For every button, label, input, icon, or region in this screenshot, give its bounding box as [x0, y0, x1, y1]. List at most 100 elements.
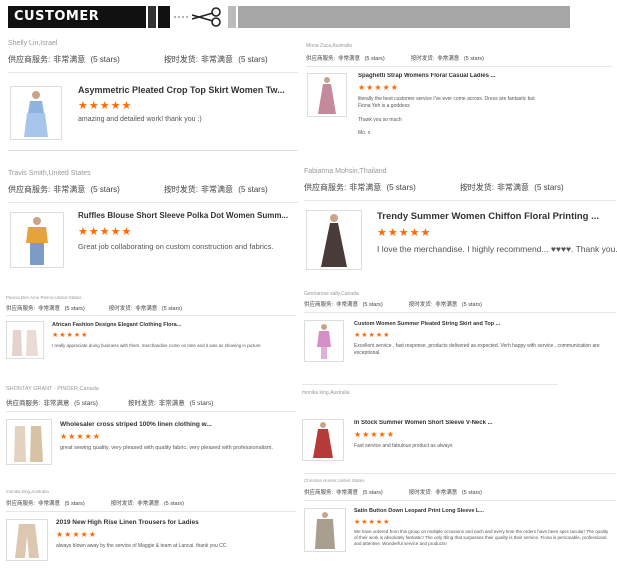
product-thumbnail[interactable]: [6, 419, 52, 465]
service-stars-text: (5 stars): [364, 56, 385, 62]
star-rating: ★★★★★: [377, 227, 432, 239]
service-label: 供应商服务:: [306, 56, 336, 62]
shipping-rating: 非常满意: [137, 501, 160, 507]
service-stars-text: (5 stars): [74, 400, 98, 407]
shipping-label: 按时发货:: [459, 183, 495, 192]
review-card: Fabianna Mohsin,Thailand 供应商服务: 非常满意 (5 s…: [304, 168, 617, 278]
shipping-stars-text: (5 stars): [463, 56, 484, 62]
service-label: 供应商服务:: [304, 183, 347, 192]
shipping-label: 按时发货:: [410, 56, 435, 62]
service-stars-text: (5 stars): [362, 302, 383, 308]
product-thumbnail[interactable]: [6, 519, 48, 561]
service-rating: 非常满意: [336, 302, 359, 308]
separator: [304, 473, 616, 474]
service-label: 供应商服务:: [8, 185, 51, 194]
banner-block: [238, 6, 570, 28]
product-thumbnail[interactable]: [304, 320, 344, 362]
shipping-stars-text: (5 stars): [161, 306, 182, 312]
service-stars-text: (5 stars): [90, 185, 120, 194]
service-rating: 非常满意: [349, 183, 382, 192]
separator: [6, 511, 296, 512]
service-label: 供应商服务:: [304, 490, 334, 496]
shipping-stars-text: (5 stars): [534, 183, 564, 192]
reviewer-name: monika king,Australia: [302, 390, 350, 396]
product-thumbnail[interactable]: [302, 419, 344, 461]
review-card: Christina Hunter,United States 供应商服务: 非常满…: [304, 473, 616, 568]
service-stars-text: (5 stars): [64, 306, 85, 312]
shipping-rating: 非常满意: [497, 183, 530, 192]
shipping-rating: 非常满意: [435, 490, 458, 496]
rating-row: 供应商服务: 非常满意 (5 stars) 按时发货: 非常满意 (5 stars): [306, 54, 487, 62]
shipping-label: 按时发货:: [108, 306, 133, 312]
product-title[interactable]: Trendy Summer Women Chiffon Floral Print…: [377, 211, 612, 222]
rating-row: 供应商服务: 非常满意 (5 stars) 按时发货: 非常满意 (5 stars): [8, 54, 271, 65]
reviewer-name: Pancia Ben Amo Pierce,United States: [6, 295, 82, 300]
product-thumbnail[interactable]: [306, 210, 362, 270]
shipping-label: 按时发货:: [163, 185, 199, 194]
rating-row: 供应商服务: 非常满意 (5 stars) 按时发货: 非常满意 (5 stars): [6, 499, 187, 507]
product-thumbnail[interactable]: [304, 508, 346, 552]
shipping-rating: 非常满意: [201, 55, 234, 64]
customer-feedback-banner: CUSTOMER FEEDBACK: [8, 6, 570, 46]
product-title[interactable]: African Fashion Designs Elegant Clothing…: [52, 322, 292, 328]
product-thumbnail[interactable]: [10, 86, 62, 140]
product-title[interactable]: In Stock Summer Women Short Sleeve V-Nec…: [354, 420, 554, 426]
rating-row: 供应商服务: 非常满意 (5 stars) 按时发货: 非常满意 (5 stars): [6, 304, 185, 312]
star-rating: ★★★★★: [354, 519, 391, 526]
review-comment: great sewing quality. very pleased with …: [60, 445, 273, 451]
star-rating: ★★★★★: [78, 100, 133, 112]
product-title[interactable]: Asymmetric Pleated Crop Top Skirt Women …: [78, 85, 298, 95]
separator: [304, 500, 616, 501]
star-rating: ★★★★★: [56, 530, 97, 539]
review-comment: I really appreciate doing business with …: [52, 343, 261, 348]
product-title[interactable]: Spaghetti Strap Womens Floral Casual Lad…: [358, 73, 608, 79]
review-comment: Excellent service , fast response ,produ…: [354, 343, 600, 356]
banner-block: [158, 6, 170, 28]
shipping-stars-text: (5 stars): [461, 490, 482, 496]
service-rating: 非常满意: [338, 56, 361, 62]
service-label: 供应商服务:: [6, 306, 36, 312]
separator: [6, 315, 296, 316]
separator: [304, 200, 616, 201]
product-thumbnail[interactable]: [6, 321, 44, 359]
separator: [8, 202, 298, 203]
product-title[interactable]: 2019 New High Rise Linen Trousers for La…: [56, 519, 286, 526]
review-comment: Fast service and fabulous product as alw…: [354, 443, 453, 449]
review-card: Gennarose sally,Canada 供应商服务: 非常满意 (5 sta…: [304, 291, 616, 371]
star-rating: ★★★★★: [354, 332, 391, 339]
review-comment: Great job collaborating on custom constr…: [78, 242, 274, 251]
service-rating: 非常满意: [53, 185, 86, 194]
banner-block: [228, 6, 236, 28]
review-comment-signoff: Mo. x: [358, 130, 371, 136]
review-comment-line: Thank you so much: [358, 117, 402, 123]
service-stars-text: (5 stars): [90, 55, 120, 64]
review-comment: literally the best customer service I've…: [358, 96, 535, 109]
review-card: Pancia Ben Amo Pierce,United States 供应商服…: [6, 295, 296, 370]
service-label: 供应商服务:: [8, 55, 51, 64]
separator: [6, 411, 296, 412]
product-title[interactable]: Custom Women Summer Pleated String Skirt…: [354, 321, 614, 327]
service-label: 供应商服务:: [6, 400, 41, 407]
shipping-rating: 非常满意: [437, 56, 460, 62]
review-comment: always blown away by the service of Magg…: [56, 543, 227, 549]
shipping-label: 按时发货:: [127, 400, 156, 407]
rating-row: 供应商服务: 非常满意 (5 stars) 按时发货: 非常满意 (5 stars): [304, 488, 485, 496]
shipping-label: 按时发货:: [408, 302, 433, 308]
rating-row: 供应商服务: 非常满意 (5 stars) 按时发货: 非常满意 (5 stars): [6, 397, 216, 407]
product-title[interactable]: Wholesaler cross striped 100% linen clot…: [60, 421, 290, 428]
reviewer-name: monika king,Australia: [6, 489, 49, 494]
product-title[interactable]: Ruffles Blouse Short Sleeve Polka Dot Wo…: [78, 211, 298, 220]
reviewer-name: Shelly Lin,Israel: [8, 40, 58, 47]
review-card: Shelly Lin,Israel 供应商服务: 非常满意 (5 stars) 按时…: [8, 40, 298, 150]
product-thumbnail[interactable]: [10, 212, 64, 268]
product-title[interactable]: Satin Button Down Leopard Print Long Sle…: [354, 508, 609, 514]
star-rating: ★★★★★: [354, 430, 395, 439]
service-stars-text: (5 stars): [64, 501, 85, 507]
product-thumbnail[interactable]: [307, 73, 347, 117]
service-stars-text: (5 stars): [362, 490, 383, 496]
shipping-rating: 非常满意: [435, 302, 458, 308]
separator: [304, 312, 616, 313]
shipping-stars-text: (5 stars): [461, 302, 482, 308]
shipping-label: 按时发货:: [110, 501, 135, 507]
banner-title: CUSTOMER FEEDBACK: [8, 6, 146, 46]
